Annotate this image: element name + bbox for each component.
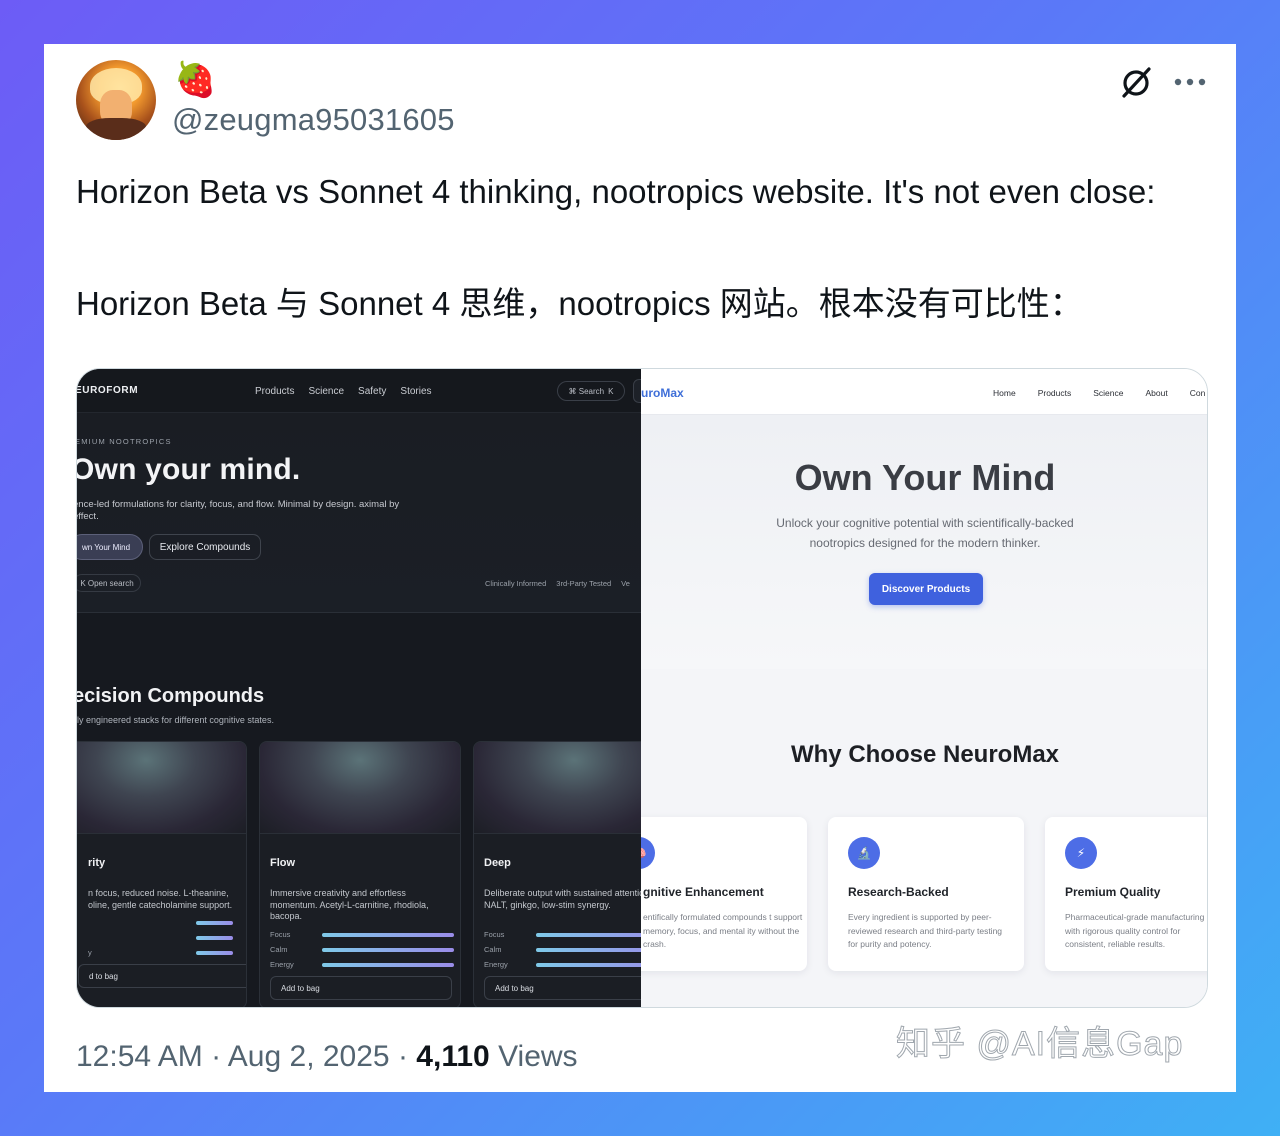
left-section-subtitle: lly engineered stacks for different cogn… bbox=[77, 715, 274, 725]
left-eyebrow: EMIUM NOOTROPICS bbox=[77, 437, 172, 446]
left-nav-safety[interactable]: Safety bbox=[358, 386, 386, 397]
badge-third: Ve bbox=[621, 579, 630, 588]
meter-bar bbox=[196, 936, 234, 940]
meter-row: Calm bbox=[270, 945, 454, 955]
product-card-deep[interactable]: Deep Deliberate output with sustained at… bbox=[473, 741, 641, 1007]
left-nav-links: Products Science Safety Stories bbox=[255, 386, 432, 397]
left-subtitle: ence-led formulations for clarity, focus… bbox=[77, 499, 400, 522]
product-desc: Deliberate output with sustained attenti… bbox=[484, 888, 641, 910]
product-title: Deep bbox=[484, 857, 511, 869]
meter-row bbox=[77, 933, 240, 943]
strawberry-icon[interactable]: 🍓 bbox=[174, 60, 216, 100]
product-image bbox=[260, 742, 460, 834]
meter-bar bbox=[322, 948, 454, 952]
product-image bbox=[77, 742, 246, 834]
sonnet-4-screenshot: uroMax Home Products Science About Con O… bbox=[641, 369, 1207, 1007]
right-headline: Own Your Mind bbox=[794, 457, 1056, 498]
meta-separator: · bbox=[211, 1040, 222, 1073]
left-primary-button[interactable]: wn Your Mind bbox=[77, 534, 143, 560]
why-choose-title: Why Choose NeuroMax bbox=[790, 741, 1060, 768]
product-title: Flow bbox=[270, 857, 296, 869]
explore-compounds-button[interactable]: Explore Compounds bbox=[149, 534, 261, 560]
add-to-bag-button[interactable]: Add to bag bbox=[270, 976, 452, 1000]
meter-row: Focus bbox=[270, 930, 454, 940]
right-nav-about[interactable]: About bbox=[1145, 388, 1167, 398]
right-nav-links: Home Products Science About Con bbox=[993, 388, 1205, 398]
meter-row: Calm bbox=[484, 945, 641, 955]
right-subtitle: Unlock your cognitive potential with sci… bbox=[776, 516, 1074, 550]
add-to-bag-button[interactable]: d to bag bbox=[78, 964, 246, 988]
horizon-beta-screenshot: EUROFORM Products Science Safety Stories… bbox=[77, 369, 641, 1007]
product-card-flow[interactable]: Flow Immersive creativity and effortless… bbox=[259, 741, 461, 1007]
feature-desc: Pharmaceutical-grade manufacturing with … bbox=[1065, 912, 1205, 949]
right-brand[interactable]: uroMax bbox=[641, 386, 684, 400]
microscope-icon: 🔬 bbox=[848, 837, 880, 869]
badge-tested: 3rd-Party Tested bbox=[556, 579, 612, 588]
feature-desc: entifically formulated compounds t suppo… bbox=[643, 912, 803, 949]
meter-row: y bbox=[77, 948, 240, 958]
tweet-card: 🍓 @zeugma95031605 Horizon Beta vs Sonnet… bbox=[44, 44, 1236, 1092]
right-nav-contact[interactable]: Con bbox=[1190, 388, 1206, 398]
left-nav-products[interactable]: Products bbox=[255, 386, 294, 397]
product-image bbox=[474, 742, 641, 834]
feature-title: gnitive Enhancement bbox=[643, 885, 764, 899]
left-badges: Clinically Informed 3rd-Party Tested Ve bbox=[485, 579, 630, 588]
meter-row: Energy bbox=[484, 960, 641, 970]
meter-row: Energy bbox=[270, 960, 454, 970]
meter-bar bbox=[322, 933, 454, 937]
feature-title: Premium Quality bbox=[1065, 885, 1161, 899]
tweet-meta: 12:54 AM · Aug 2, 2025 · 4,110 Views bbox=[76, 1040, 578, 1074]
meter-bar bbox=[536, 963, 641, 967]
feature-title: Research-Backed bbox=[848, 885, 949, 899]
tweet-text-chinese: Horizon Beta 与 Sonnet 4 思维，nootropics 网站… bbox=[76, 285, 1083, 322]
badge-clinical: Clinically Informed bbox=[485, 579, 547, 588]
meta-separator: · bbox=[397, 1040, 408, 1073]
left-search-label: ⌘ Search bbox=[568, 386, 605, 396]
left-headline: Own your mind. bbox=[77, 453, 301, 486]
more-icon[interactable] bbox=[1170, 62, 1210, 102]
left-account-button[interactable] bbox=[633, 379, 641, 403]
meter-bar bbox=[322, 963, 454, 967]
product-desc: n focus, reduced noise. L-theanine, olin… bbox=[88, 888, 233, 910]
meter-bar bbox=[536, 948, 641, 952]
avatar[interactable] bbox=[76, 60, 156, 140]
feature-desc: Every ingredient is supported by peer-re… bbox=[848, 912, 1003, 949]
add-to-bag-button[interactable]: Add to bag bbox=[484, 976, 641, 1000]
lightning-icon: ⚡ bbox=[1065, 837, 1097, 869]
grok-icon[interactable] bbox=[1116, 62, 1156, 102]
meter-bar bbox=[196, 921, 234, 925]
meter-bar bbox=[536, 933, 641, 937]
left-section-title: ecision Compounds bbox=[77, 685, 265, 707]
feature-card-research: 🔬 Research-Backed Every ingredient is su… bbox=[828, 817, 1024, 971]
feature-card-cognitive: 🧠 gnitive Enhancement entifically formul… bbox=[641, 817, 807, 971]
tweet-text-english: Horizon Beta vs Sonnet 4 thinking, nootr… bbox=[76, 173, 1156, 210]
left-nav-stories[interactable]: Stories bbox=[400, 386, 431, 397]
meter-bar bbox=[196, 951, 234, 955]
discover-products-button[interactable]: Discover Products bbox=[869, 573, 983, 605]
product-title: rity bbox=[88, 857, 106, 869]
zhihu-watermark: 知乎 @AI信息Gap bbox=[895, 1025, 1184, 1064]
left-search-button[interactable]: ⌘ Search K bbox=[557, 381, 625, 401]
brain-icon: 🧠 bbox=[641, 837, 655, 869]
tweet-time[interactable]: 12:54 AM bbox=[76, 1040, 203, 1073]
open-search-button[interactable]: K Open search bbox=[77, 574, 141, 592]
product-desc: Immersive creativity and effortless mome… bbox=[270, 888, 429, 921]
right-nav-home[interactable]: Home bbox=[993, 388, 1016, 398]
tweet-date[interactable]: Aug 2, 2025 bbox=[228, 1040, 390, 1073]
views-label: Views bbox=[498, 1040, 578, 1073]
views-count: 4,110 bbox=[416, 1040, 490, 1073]
user-handle[interactable]: @zeugma95031605 bbox=[172, 102, 455, 138]
left-search-key: K bbox=[608, 386, 614, 396]
left-nav-science[interactable]: Science bbox=[308, 386, 344, 397]
meter-row: Focus bbox=[484, 930, 641, 940]
left-brand[interactable]: EUROFORM bbox=[77, 385, 138, 396]
right-nav-products[interactable]: Products bbox=[1038, 388, 1072, 398]
tweet-image[interactable]: EUROFORM Products Science Safety Stories… bbox=[76, 368, 1208, 1008]
right-nav-science[interactable]: Science bbox=[1093, 388, 1123, 398]
product-card-clarity[interactable]: rity n focus, reduced noise. L-theanine,… bbox=[77, 741, 247, 1007]
meter-row bbox=[77, 918, 240, 928]
feature-card-quality: ⚡ Premium Quality Pharmaceutical-grade m… bbox=[1045, 817, 1207, 971]
